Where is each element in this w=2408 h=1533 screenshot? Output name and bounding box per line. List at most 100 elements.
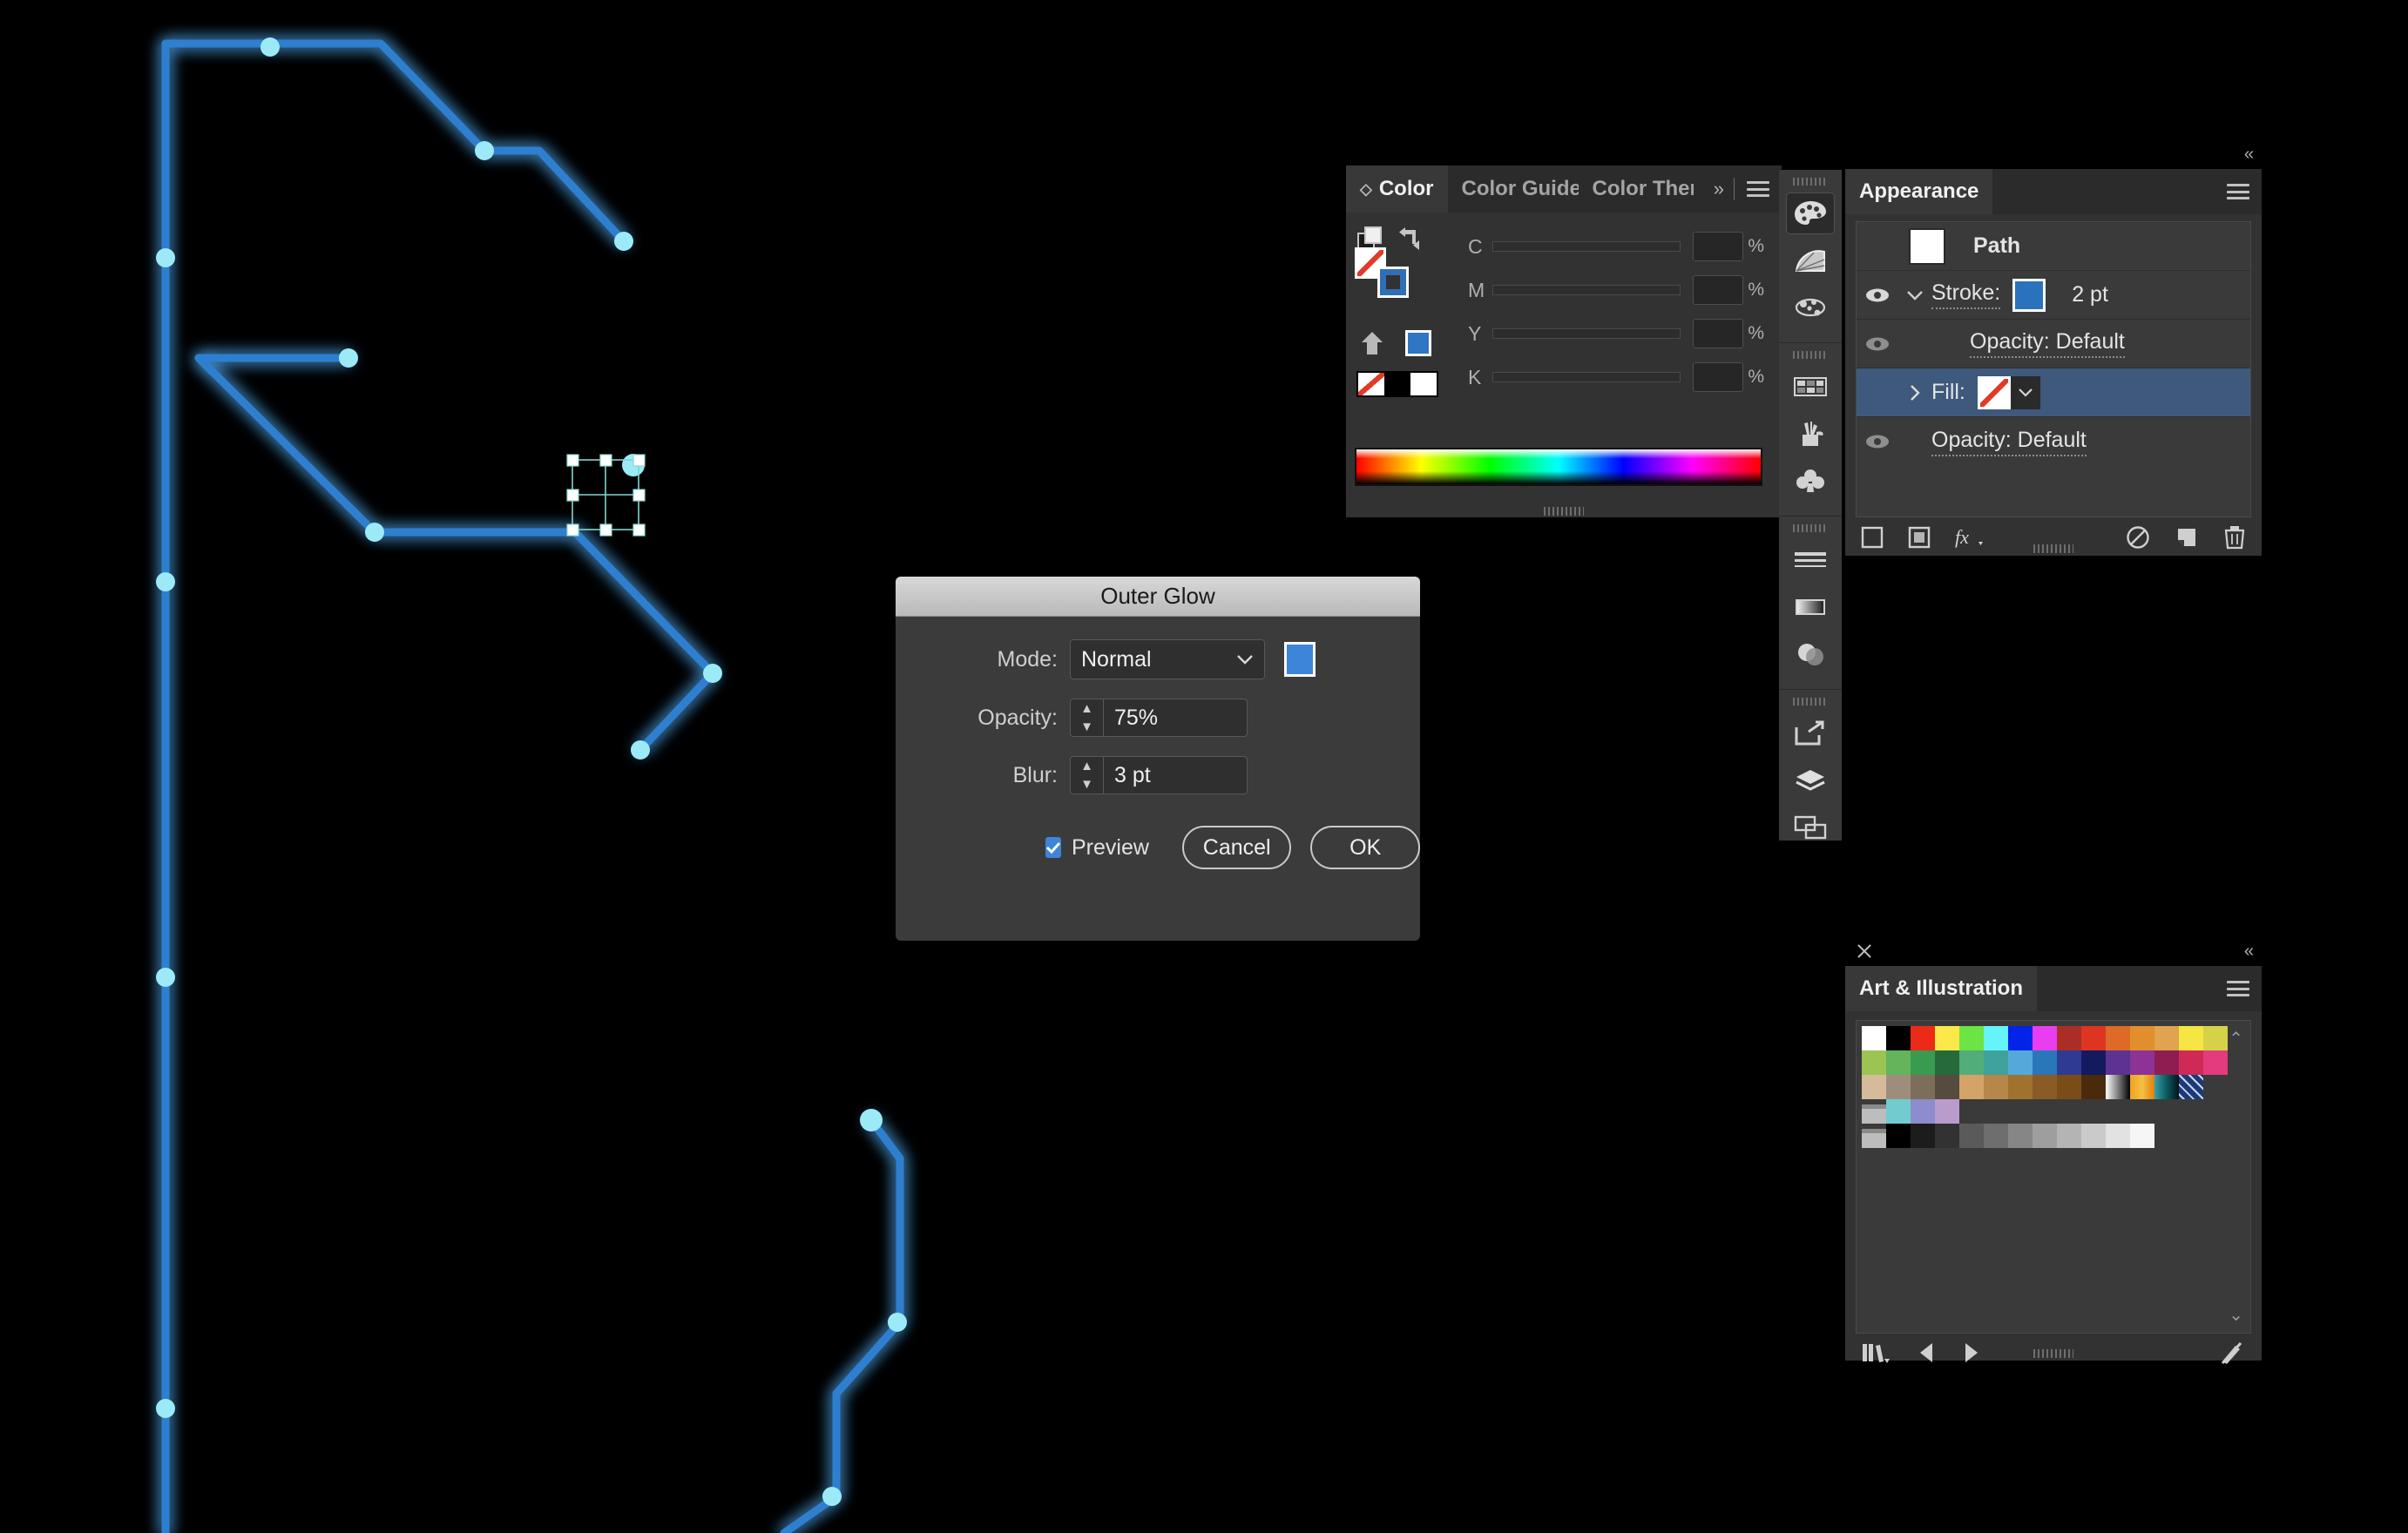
swatch-group-folder[interactable]: [1862, 1099, 1886, 1124]
swatch[interactable]: [1935, 1099, 1959, 1124]
disclosure-stroke[interactable]: [1898, 290, 1931, 301]
swatch[interactable]: [2179, 1026, 2203, 1050]
swatch-black[interactable]: [1384, 373, 1410, 395]
channel-field-m[interactable]: [1693, 275, 1743, 305]
swatch[interactable]: [1886, 1075, 1911, 1099]
swatch[interactable]: [2081, 1026, 2106, 1050]
collapse-panel-icon[interactable]: «: [2244, 145, 2254, 165]
swatch[interactable]: [1984, 1050, 2008, 1075]
swatch[interactable]: [1862, 1075, 1886, 1099]
channel-slider-m[interactable]: [1492, 285, 1681, 295]
stroke-weight-value[interactable]: 2 pt: [2072, 282, 2108, 307]
swatch[interactable]: [1959, 1075, 1984, 1099]
swatch[interactable]: [2203, 1050, 2228, 1075]
stroke-icon[interactable]: [1786, 539, 1835, 581]
swatch[interactable]: [1886, 1124, 1911, 1148]
swatch-gradient-white-black[interactable]: [2106, 1075, 2130, 1099]
channel-field-y[interactable]: [1693, 319, 1743, 348]
gradient-icon[interactable]: [1786, 586, 1835, 628]
swatch[interactable]: [1911, 1099, 1935, 1124]
art-and-illustration-panel[interactable]: « Art & Illustration ⌃ ⌄: [1845, 936, 2262, 1364]
chevron-down-icon[interactable]: ⌄: [2229, 1304, 2243, 1326]
swatch-gradient-teal-black[interactable]: [2154, 1075, 2179, 1099]
swatch[interactable]: [2130, 1026, 2154, 1050]
visibility-toggle-stroke-opacity[interactable]: [1857, 335, 1898, 353]
swatch[interactable]: [1911, 1026, 1935, 1050]
color-palette-icon[interactable]: [1786, 192, 1835, 234]
duplicate-item-icon[interactable]: [2175, 525, 2199, 556]
swatch-group-folder[interactable]: [1862, 1124, 1886, 1148]
overflow-chevrons-icon[interactable]: »: [1714, 178, 1724, 200]
disclosure-fill[interactable]: [1898, 384, 1931, 402]
clear-appearance-icon[interactable]: [2126, 525, 2150, 556]
channel-slider-y[interactable]: [1492, 328, 1681, 339]
appearance-row-fill-opacity[interactable]: Opacity: Default: [1857, 417, 2250, 466]
stepper-up-icon[interactable]: ▲: [1080, 702, 1093, 715]
swatch[interactable]: [1886, 1026, 1911, 1050]
swatch[interactable]: [1959, 1050, 1984, 1075]
swatch[interactable]: [2057, 1124, 2081, 1148]
swatch[interactable]: [1935, 1075, 1959, 1099]
stroke-swatch[interactable]: [1377, 267, 1409, 298]
swatch[interactable]: [2179, 1050, 2203, 1075]
appearance-panel[interactable]: « Appearance Path Stroke: 2 pt Opacity: …: [1845, 139, 2262, 556]
swatch[interactable]: [2033, 1026, 2057, 1050]
appearance-row-stroke-opacity[interactable]: Opacity: Default: [1857, 320, 2250, 368]
artboards-icon[interactable]: [1786, 807, 1835, 848]
swatch[interactable]: [1959, 1026, 1984, 1050]
collapse-panel-icon[interactable]: «: [2244, 942, 2254, 962]
swatch[interactable]: [1911, 1124, 1935, 1148]
swatch[interactable]: [2130, 1050, 2154, 1075]
fill-opacity-label[interactable]: Opacity: Default: [1931, 428, 2087, 456]
swatch[interactable]: [2057, 1050, 2081, 1075]
opacity-stepper[interactable]: ▲ ▼: [1070, 699, 1103, 737]
panel-icon-rail[interactable]: [1779, 170, 1842, 841]
appearance-row-path[interactable]: Path: [1857, 222, 2250, 271]
panel-menu-icon[interactable]: [2227, 981, 2249, 996]
add-new-stroke-icon[interactable]: [1861, 526, 1884, 555]
stepper-down-icon[interactable]: ▼: [1080, 720, 1093, 733]
blur-input[interactable]: 3 pt: [1103, 756, 1248, 794]
stroke-opacity-label[interactable]: Opacity: Default: [1970, 329, 2125, 358]
appearance-row-stroke[interactable]: Stroke: 2 pt: [1857, 271, 2250, 320]
glow-color-swatch[interactable]: [1284, 642, 1316, 677]
tab-color[interactable]: ◇ Color: [1346, 165, 1448, 213]
swatch[interactable]: [1935, 1124, 1959, 1148]
rail-grip[interactable]: [1793, 698, 1828, 706]
tab-appearance[interactable]: Appearance: [1845, 169, 1993, 214]
opacity-input[interactable]: 75%: [1103, 699, 1248, 737]
tab-art-and-illustration[interactable]: Art & Illustration: [1845, 966, 2038, 1011]
swatch-none[interactable]: [1358, 373, 1384, 395]
cancel-button[interactable]: Cancel: [1181, 826, 1292, 869]
swatch[interactable]: [2008, 1075, 2033, 1099]
swatch[interactable]: [1984, 1075, 2008, 1099]
appearance-stroke-label[interactable]: Stroke:: [1931, 280, 2001, 309]
rail-grip[interactable]: [1793, 351, 1828, 359]
appearance-attribute-list[interactable]: Path Stroke: 2 pt Opacity: Default Fill:…: [1856, 221, 2251, 517]
swatch[interactable]: [2081, 1050, 2106, 1075]
swatch[interactable]: [1984, 1124, 2008, 1148]
swatch-grid[interactable]: ⌃ ⌄: [1856, 1020, 2251, 1334]
next-swatch-icon[interactable]: [1962, 1341, 1981, 1370]
blur-stepper[interactable]: ▲ ▼: [1070, 756, 1103, 794]
swatch[interactable]: [1862, 1026, 1886, 1050]
outer-glow-dialog[interactable]: Outer Glow Mode: Normal Opacity: ▲ ▼ 75%…: [896, 577, 1420, 941]
rail-grip[interactable]: [1793, 178, 1828, 186]
swatch[interactable]: [2008, 1124, 2033, 1148]
color-theme-icon[interactable]: [1786, 287, 1835, 328]
swatch[interactable]: [2203, 1026, 2228, 1050]
rail-grip[interactable]: [1793, 524, 1828, 532]
quick-swatches[interactable]: [1356, 371, 1438, 397]
channel-slider-c[interactable]: [1492, 241, 1681, 252]
panel-menu-icon[interactable]: [2227, 184, 2249, 199]
swatch[interactable]: [2154, 1026, 2179, 1050]
panel-resize-grip[interactable]: [2033, 1349, 2073, 1358]
ok-button[interactable]: OK: [1310, 826, 1420, 869]
current-color-chip[interactable]: [1405, 330, 1431, 356]
chevron-up-icon[interactable]: ⌃: [2229, 1028, 2243, 1050]
visibility-toggle-fill-opacity[interactable]: [1857, 433, 1898, 450]
swatch[interactable]: [2106, 1124, 2130, 1148]
stepper-up-icon[interactable]: ▲: [1080, 760, 1093, 773]
delete-item-icon[interactable]: [2223, 525, 2246, 556]
swatch[interactable]: [2033, 1050, 2057, 1075]
